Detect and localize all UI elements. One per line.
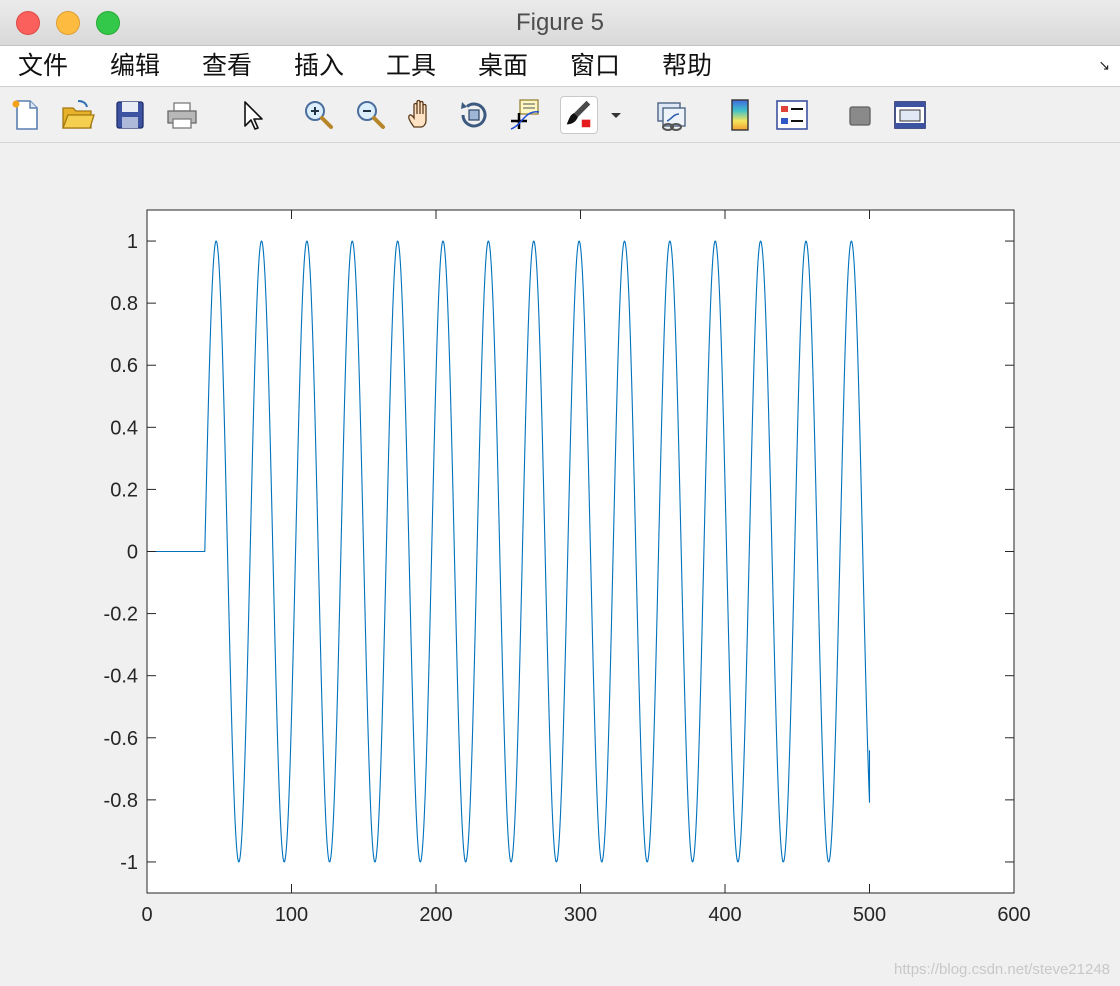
new-figure-icon[interactable] — [8, 97, 44, 133]
save-icon[interactable] — [112, 97, 148, 133]
pan-icon[interactable] — [404, 97, 440, 133]
menu-help[interactable]: 帮助 — [662, 50, 712, 82]
y-tick-label: -0.4 — [104, 666, 138, 688]
colorbar-icon[interactable] — [722, 97, 758, 133]
y-tick-label: -1 — [120, 852, 138, 874]
link-plot-icon[interactable] — [654, 97, 690, 133]
x-tick-label: 600 — [997, 904, 1030, 926]
plot-canvas[interactable]: 0 100 200 300 400 500 600 -1 -0.8 -0.6 -0.4 -0.2 0 0.… — [0, 143, 1120, 986]
rotate-3d-icon[interactable] — [456, 97, 492, 133]
menu-bar: 文件 编辑 查看 插入 工具 桌面 窗口 帮助 ↘ — [0, 46, 1120, 87]
expand-arrow-icon[interactable]: ↘ — [1098, 58, 1110, 74]
menu-edit[interactable]: 编辑 — [110, 50, 160, 82]
x-tick-label: 100 — [275, 904, 308, 926]
print-icon[interactable] — [164, 97, 200, 133]
y-tick-label: 0.8 — [110, 293, 138, 315]
line-chart[interactable]: 0 100 200 300 400 500 600 -1 -0.8 -0.6 -0.4 -0.2 0 0.… — [0, 143, 1120, 986]
y-tick-label: 0.2 — [110, 479, 138, 501]
menu-insert[interactable]: 插入 — [294, 50, 344, 82]
x-tick-label: 0 — [141, 904, 152, 926]
menu-tools[interactable]: 工具 — [386, 50, 436, 82]
y-tick-label: 0 — [127, 542, 138, 564]
menu-desktop[interactable]: 桌面 — [478, 50, 528, 82]
y-tick-label: 0.4 — [110, 417, 138, 439]
x-tick-label: 200 — [419, 904, 452, 926]
figure-window: Figure 5 文件 编辑 查看 插入 工具 桌面 窗口 帮助 ↘ 0 100… — [0, 0, 1120, 986]
menu-file[interactable]: 文件 — [18, 50, 68, 82]
legend-icon[interactable] — [774, 97, 810, 133]
open-file-icon[interactable] — [60, 97, 96, 133]
zoom-in-icon[interactable] — [300, 97, 336, 133]
x-tick-label: 500 — [853, 904, 886, 926]
y-tick-label: -0.2 — [104, 604, 138, 626]
y-tick-label: 1 — [127, 231, 138, 253]
x-tick-label: 300 — [564, 904, 597, 926]
title-bar[interactable]: Figure 5 — [0, 0, 1120, 46]
edit-plot-icon[interactable] — [234, 97, 270, 133]
data-cursor-icon[interactable] — [508, 97, 544, 133]
zoom-out-icon[interactable] — [352, 97, 388, 133]
watermark-text: https://blog.csdn.net/steve21248 — [894, 961, 1110, 978]
y-tick-label: -0.6 — [104, 728, 138, 750]
x-tick-label: 400 — [708, 904, 741, 926]
axes-background — [147, 210, 1014, 893]
y-tick-label: -0.8 — [104, 790, 138, 812]
menu-view[interactable]: 查看 — [202, 50, 252, 82]
hide-plot-tools-icon[interactable] — [842, 97, 878, 133]
brush-icon[interactable] — [560, 96, 598, 134]
toolbar — [0, 87, 1120, 143]
brush-dropdown-icon[interactable] — [606, 97, 626, 133]
show-plot-tools-icon[interactable] — [892, 97, 928, 133]
menu-window[interactable]: 窗口 — [570, 50, 620, 82]
window-title: Figure 5 — [515, 9, 605, 36]
y-tick-label: 0.6 — [110, 355, 138, 377]
